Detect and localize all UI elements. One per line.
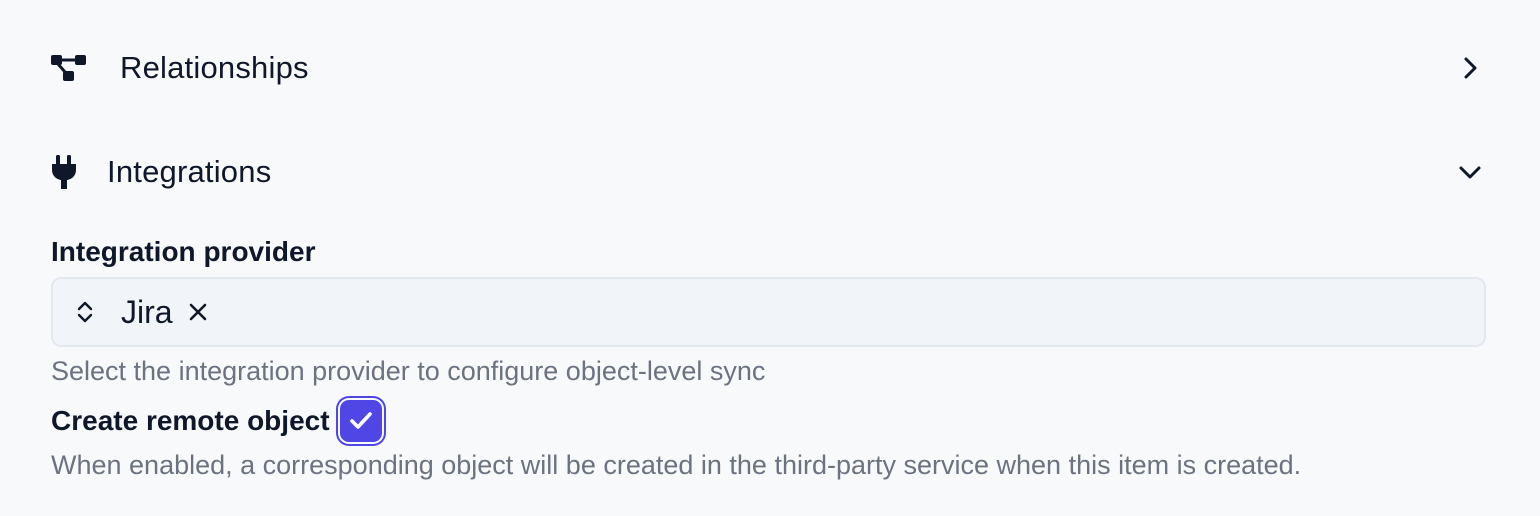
section-header-relationships[interactable]: Relationships: [50, 38, 1486, 98]
create-remote-object-checkbox[interactable]: [339, 400, 382, 442]
create-remote-object-label: Create remote object: [51, 405, 330, 436]
clear-selection-icon[interactable]: [185, 299, 211, 325]
settings-panel: Relationships Integrations Integration p…: [0, 0, 1540, 516]
integration-provider-select[interactable]: Jira: [51, 277, 1486, 347]
section-label-integrations: Integrations: [107, 154, 272, 189]
integration-provider-label: Integration provider: [51, 236, 316, 267]
create-remote-object-help: When enabled, a corresponding object wil…: [51, 450, 1302, 480]
chevron-right-icon[interactable]: [1454, 52, 1486, 84]
section-header-integrations[interactable]: Integrations: [50, 142, 1486, 202]
checkmark-icon: [349, 412, 372, 429]
plug-icon: [50, 152, 90, 192]
relationships-icon: [50, 48, 90, 88]
create-remote-object-row: Create remote object: [51, 396, 382, 446]
integration-provider-help: Select the integration provider to confi…: [51, 356, 766, 386]
section-label-relationships: Relationships: [120, 50, 309, 85]
chevron-down-icon[interactable]: [1454, 156, 1486, 188]
selected-provider-value: Jira: [121, 293, 173, 330]
chevron-up-down-icon: [73, 298, 97, 326]
